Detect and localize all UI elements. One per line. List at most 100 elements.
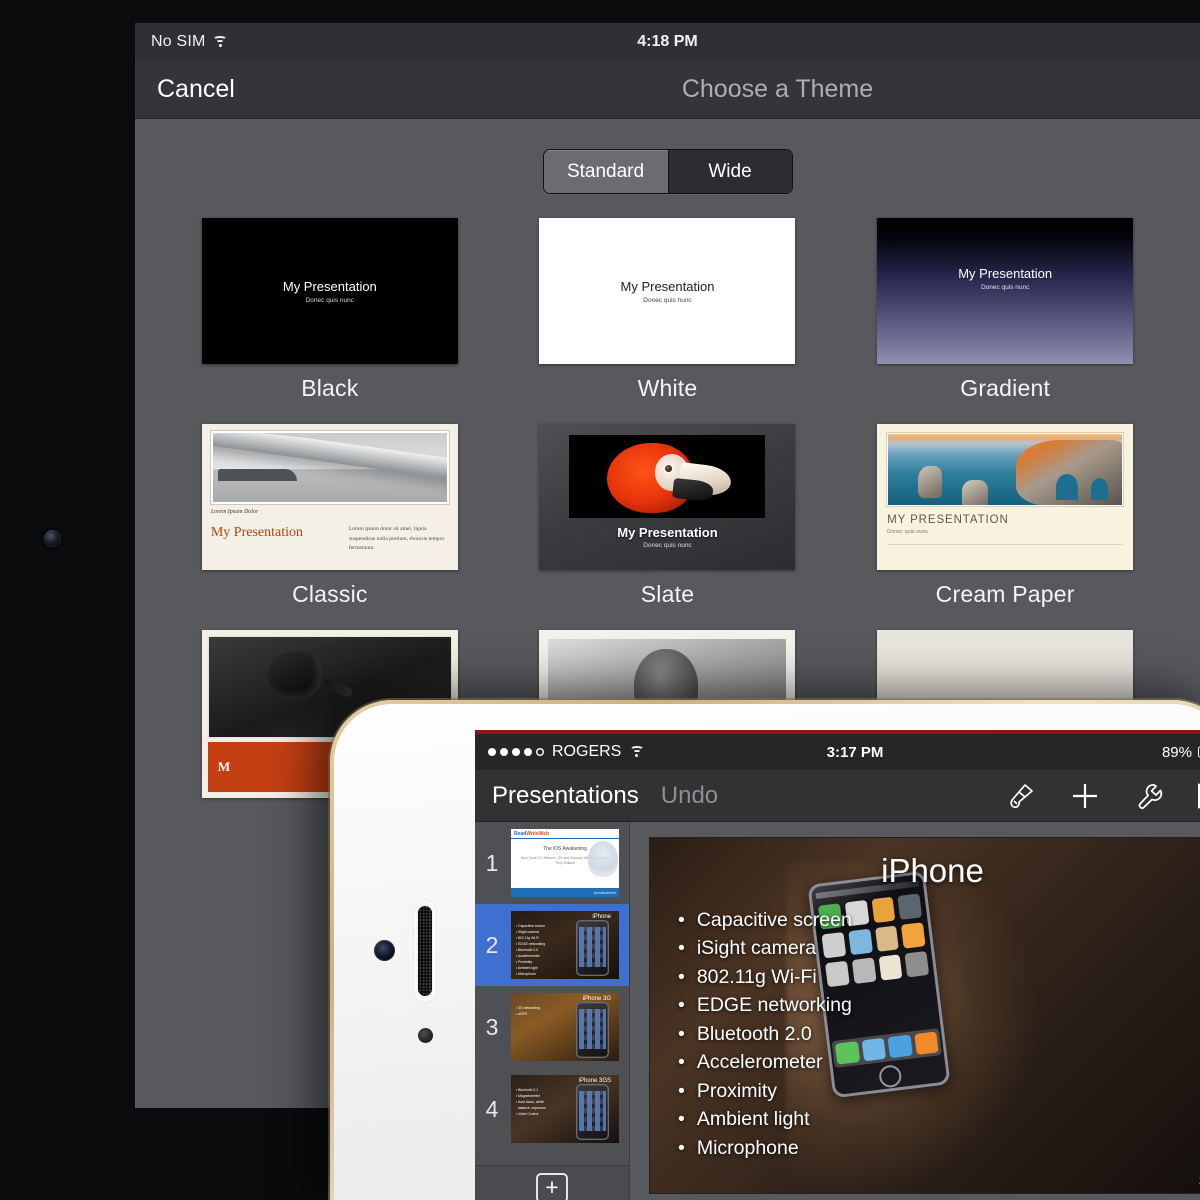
thumb-title: My Presentation — [958, 266, 1053, 281]
tree-illustration — [588, 841, 618, 877]
thumb-subtitle: Donec quis nunc — [305, 296, 355, 304]
thumb-body: Lorem ipsum dolor sit amet, ligula suspe… — [348, 526, 445, 551]
theme-thumbnail-slate[interactable]: My Presentation Donec quis nunc — [539, 424, 796, 570]
home-button-icon — [877, 1064, 903, 1089]
iphone-status-bar: ROGERS 3:17 PM 89% — [475, 734, 1200, 770]
theme-label-gradient: Gradient — [960, 375, 1051, 401]
slide-bullets: • 3G networking • aGPS — [516, 1006, 540, 1016]
bridge-photo — [209, 430, 450, 505]
add-slide-button[interactable]: + — [475, 1165, 629, 1200]
segment-standard[interactable]: Standard — [543, 150, 668, 193]
navigator-slide-2[interactable]: 2 iPhone • Capacitive screen • iSight cam… — [475, 904, 629, 986]
thumb-title: My Presentation — [282, 278, 377, 294]
iphone-screen: ROGERS 3:17 PM 89% Presentations Undo 1 … — [475, 730, 1200, 1200]
slide-thumbnail[interactable]: iPhone • Capacitive screen • iSight camer… — [511, 911, 619, 979]
thumb-title: My Presentation — [210, 525, 303, 540]
plus-icon[interactable]: + — [536, 1172, 568, 1200]
navigator-slide-3[interactable]: 3 iPhone 3G • 3G networking • aGPS — [475, 986, 629, 1068]
theme-label-white: White — [637, 375, 698, 401]
theme-thumbnail-gradient[interactable]: My Presentation Donec quis nunc — [877, 218, 1134, 364]
slide-bullet: Proximity — [678, 1077, 852, 1105]
current-slide[interactable]: iPhone Capacitive screen iSight camera 8… — [650, 838, 1200, 1193]
theme-thumbnail-black[interactable]: My Presentation Donec quis nunc — [201, 218, 458, 364]
slide-bullet-list: Capacitive screen iSight camera 802.11g … — [678, 906, 852, 1162]
slide-navigator[interactable]: 1 ReadWriteWeb The iOS Awakening How Tou… — [475, 822, 630, 1200]
slide-bullet: Ambient light — [678, 1105, 852, 1133]
slide-title: iPhone 3G — [582, 996, 611, 1002]
slide-bullet: Bluetooth 2.0 — [678, 1020, 852, 1048]
slide-title: iPhone — [592, 914, 611, 920]
theme-label-slate: Slate — [640, 581, 695, 607]
ipad-front-camera — [44, 530, 61, 547]
slide-bullet: Accelerometer — [678, 1048, 852, 1076]
slide-number: 2 — [485, 931, 499, 958]
navigator-slide-4[interactable]: 4 iPhone 3GS • Bluetooth 2.1 • Magnetomet… — [475, 1068, 629, 1150]
theme-card-classic[interactable]: Lorem Ipsum Dolor My Presentation Lorem … — [197, 424, 463, 608]
iphone-device: ROGERS 3:17 PM 89% Presentations Undo 1 … — [330, 700, 1200, 1200]
theme-card-white[interactable]: My Presentation Donec quis nunc White — [535, 218, 801, 402]
thumb-caption: Lorem Ipsum Dolor — [210, 509, 259, 515]
thumb-subtitle: Donec quis nunc — [643, 296, 692, 304]
plus-icon[interactable] — [1070, 781, 1100, 811]
slide-canvas-area[interactable]: iPhone Capacitive screen iSight camera 8… — [630, 822, 1200, 1200]
slide-title: iPhone — [881, 852, 984, 889]
thumb-subtitle: Donec quis nunc — [887, 529, 929, 535]
slide-number: 1 — [485, 849, 499, 876]
slide-bullet: iSight camera — [678, 934, 852, 962]
slide-bullets: • Bluetooth 2.1 • Magnetometer • Auto focu… — [516, 1088, 546, 1116]
macaw-photo — [569, 435, 766, 518]
theme-thumbnail-classic[interactable]: Lorem Ipsum Dolor My Presentation Lorem … — [201, 424, 458, 570]
slide-bullet: EDGE networking — [678, 991, 852, 1019]
theme-label-cream-paper: Cream Paper — [935, 581, 1075, 607]
coastline-photo — [886, 432, 1125, 507]
iphone-earpiece-speaker — [414, 900, 436, 1002]
theme-card-slate[interactable]: My Presentation Donec quis nunc Slate — [535, 424, 801, 608]
slide-number: 3 — [485, 1013, 499, 1040]
slide-bullets: • Capacitive screen • iSight camera • 802.… — [516, 924, 546, 976]
thumb-title: M — [217, 759, 231, 774]
slide-title: iPhone 3GS — [578, 1078, 611, 1084]
slide-thumbnail[interactable]: iPhone 3GS • Bluetooth 2.1 • Magnetometer… — [511, 1075, 619, 1143]
paintbrush-icon[interactable] — [1005, 782, 1035, 810]
slide-logo-bar: ReadWriteWeb — [511, 829, 619, 839]
logo-text: ReadWriteWeb — [514, 830, 550, 837]
theme-thumbnail-cream-paper[interactable]: MY PRESENTATION Donec quis nunc — [877, 424, 1134, 570]
size-segmented-control[interactable]: Standard Wide — [542, 149, 793, 194]
segment-wide[interactable]: Wide — [667, 150, 792, 193]
slide-bullet: Capacitive screen — [678, 906, 852, 934]
iphone-toolbar: Presentations Undo — [475, 770, 1200, 822]
theme-label-black: Black — [301, 375, 359, 401]
cancel-button[interactable]: Cancel — [157, 75, 235, 104]
iphone-front-camera — [374, 940, 395, 961]
slide-thumbnail[interactable]: ReadWriteWeb The iOS Awakening How Touch… — [511, 829, 619, 897]
theme-thumbnail-white[interactable]: My Presentation Donec quis nunc — [539, 218, 796, 364]
navigator-slide-1[interactable]: 1 ReadWriteWeb The iOS Awakening How Tou… — [475, 822, 629, 904]
thumb-title: My Presentation — [620, 278, 715, 294]
theme-label-classic: Classic — [292, 581, 368, 607]
slide-bullet: 802.11g Wi-Fi — [678, 963, 852, 991]
slide-bullet: Microphone — [678, 1134, 852, 1162]
iphone-clock: 3:17 PM — [826, 743, 884, 761]
slide-number: 4 — [485, 1095, 499, 1122]
theme-card-black[interactable]: My Presentation Donec quis nunc Black — [197, 218, 463, 402]
iphone-proximity-sensor — [418, 1028, 433, 1043]
slide-thumbnail[interactable]: iPhone 3G • 3G networking • aGPS — [511, 993, 619, 1061]
back-to-presentations-button[interactable]: Presentations — [492, 782, 639, 810]
wrench-icon[interactable] — [1135, 782, 1163, 810]
ipad-clock: 4:18 PM — [637, 33, 698, 50]
divider — [887, 544, 1124, 545]
ipad-nav-bar: Cancel Choose a Theme — [135, 61, 1200, 119]
slide-footer: @readwriteweb — [593, 890, 616, 895]
toolbar-actions — [1005, 781, 1200, 811]
thumb-title: My Presentation — [617, 525, 718, 540]
theme-card-gradient[interactable]: My Presentation Donec quis nunc Gradient — [872, 218, 1138, 402]
thumb-subtitle: Donec quis nunc — [643, 542, 692, 549]
undo-button[interactable]: Undo — [661, 782, 718, 810]
segmented-control-wrap: Standard Wide — [135, 119, 1200, 194]
ipad-status-bar: No SIM 4:18 PM — [135, 23, 1200, 61]
ipad-edge-highlight — [0, 0, 138, 148]
page-title: Choose a Theme — [681, 75, 874, 103]
iphone-editor-body: 1 ReadWriteWeb The iOS Awakening How Tou… — [475, 822, 1200, 1200]
theme-card-cream-paper[interactable]: MY PRESENTATION Donec quis nunc Cream Pa… — [872, 424, 1138, 608]
thumb-subtitle: Donec quis nunc — [980, 284, 1030, 291]
